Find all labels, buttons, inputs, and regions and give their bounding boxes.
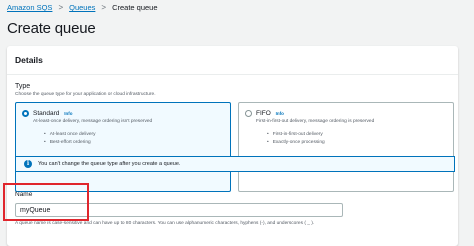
info-alert-text: You can't change the queue type after yo… — [38, 161, 181, 167]
fifo-info-link[interactable]: Info — [276, 111, 284, 116]
chevron-right-icon: > — [58, 3, 64, 12]
fifo-title-row: FIFO Info — [256, 109, 284, 118]
standard-title: Standard — [33, 110, 60, 117]
details-title: Details — [15, 55, 43, 65]
breadcrumb-link-queues[interactable]: Queues — [69, 2, 95, 14]
fifo-description: First-in-first-out delivery, message ord… — [256, 119, 375, 124]
details-panel-header: Details — [7, 46, 458, 75]
standard-radio[interactable] — [22, 110, 29, 117]
fifo-title: FIFO — [256, 110, 271, 117]
type-description: Choose the queue type for your applicati… — [15, 92, 156, 97]
list-item: Best-effort ordering — [44, 139, 96, 147]
queue-type-info-alert: i You can't change the queue type after … — [15, 156, 455, 172]
standard-description: At-least-once delivery, message ordering… — [33, 119, 153, 124]
info-icon: i — [24, 160, 32, 168]
standard-title-row: Standard Info — [33, 109, 72, 118]
queue-type-fifo-tile[interactable]: FIFO Info First-in-first-out delivery, m… — [238, 102, 454, 192]
queue-name-input[interactable] — [15, 203, 343, 217]
details-panel: Details Type Choose the queue type for y… — [7, 46, 458, 246]
name-label: Name — [15, 191, 33, 198]
breadcrumb-link-amazon-sqs[interactable]: Amazon SQS — [7, 2, 52, 14]
queue-type-standard-tile[interactable]: Standard Info At-least-once delivery, me… — [15, 102, 231, 192]
name-hint: A queue name is case-sensitive and can h… — [15, 221, 315, 226]
list-item: Exactly-once processing — [267, 139, 325, 147]
fifo-radio[interactable] — [245, 110, 252, 117]
list-item: First-in-first-out delivery — [267, 131, 325, 139]
fifo-bullet-list: First-in-first-out delivery Exactly-once… — [267, 131, 325, 147]
page-title: Create queue — [7, 20, 96, 37]
type-label: Type — [15, 83, 31, 90]
chevron-right-icon: > — [101, 3, 107, 12]
standard-info-link[interactable]: Info — [64, 111, 72, 116]
breadcrumb-current: Create queue — [112, 3, 158, 12]
list-item: At-least once delivery — [44, 131, 96, 139]
breadcrumb: Amazon SQS > Queues > Create queue — [7, 2, 158, 14]
standard-bullet-list: At-least once delivery Best-effort order… — [44, 131, 96, 147]
